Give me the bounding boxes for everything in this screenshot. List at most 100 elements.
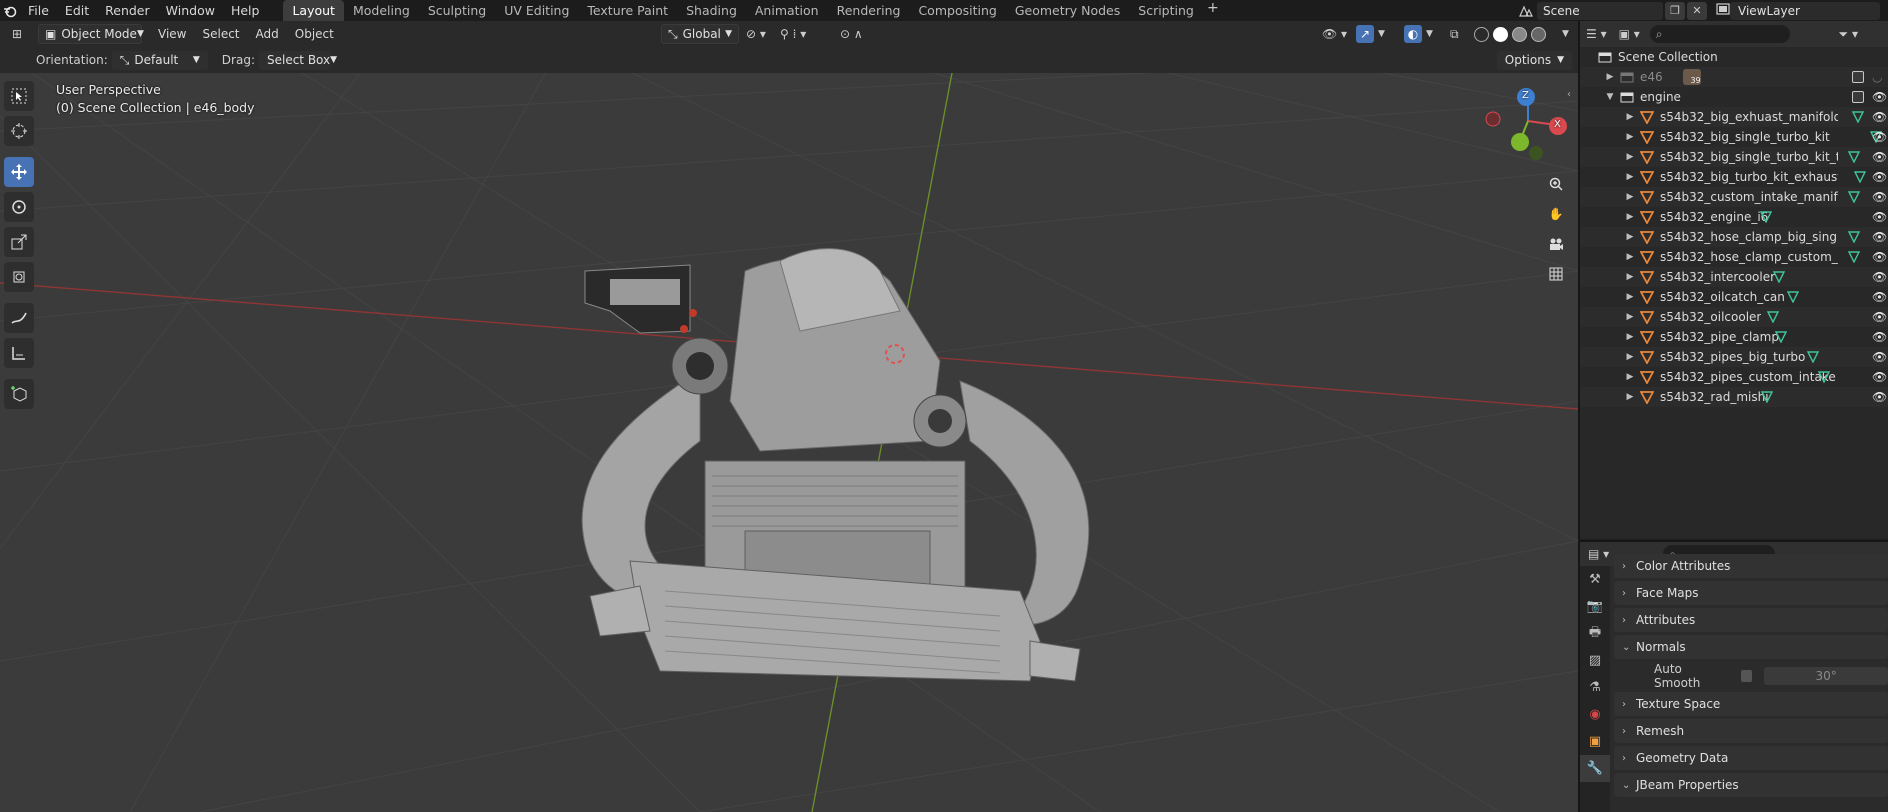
- mesh-data-icon[interactable]: [1848, 231, 1860, 243]
- outliner-object-row[interactable]: ▶ s54b32_rad_mishi 👁: [1580, 387, 1888, 407]
- tab-uv-editing[interactable]: UV Editing: [495, 0, 578, 21]
- collapse-arrow-icon[interactable]: ▼: [1604, 92, 1616, 102]
- menu-render[interactable]: Render: [97, 0, 158, 21]
- rotate-tool[interactable]: [4, 192, 34, 222]
- orientation-dropdown[interactable]: ⤡ Default ▼: [111, 50, 208, 70]
- eye-icon[interactable]: 👁: [1872, 130, 1887, 144]
- outliner-object-row[interactable]: ▶ s54b32_intercooler 👁: [1580, 267, 1888, 287]
- exclude-checkbox[interactable]: [1852, 71, 1864, 83]
- display-mode-icon[interactable]: ▣ ▾: [1619, 27, 1640, 41]
- eye-icon[interactable]: 👁: [1872, 350, 1887, 364]
- tab-compositing[interactable]: Compositing: [909, 0, 1005, 21]
- mesh-data-icon[interactable]: [1848, 191, 1860, 203]
- mesh-data-icon[interactable]: [1854, 171, 1866, 183]
- menu-view[interactable]: View: [150, 27, 194, 41]
- outliner-object-row[interactable]: ▶ s54b32_engine_i6 👁: [1580, 207, 1888, 227]
- measure-tool[interactable]: [4, 338, 34, 368]
- remove-scene-icon[interactable]: ✕: [1687, 1, 1707, 20]
- eye-icon[interactable]: 👁: [1872, 250, 1887, 264]
- rendered-shading-icon[interactable]: [1531, 26, 1546, 42]
- scene-icon[interactable]: [1515, 2, 1537, 20]
- expand-arrow-icon[interactable]: ▶: [1624, 192, 1636, 202]
- scene-collection-row[interactable]: Scene Collection: [1580, 47, 1888, 67]
- hidden-eye-icon[interactable]: ◡: [1872, 70, 1886, 84]
- sidebar-toggle-icon[interactable]: ‹: [1567, 89, 1571, 100]
- expand-arrow-icon[interactable]: ▶: [1624, 352, 1636, 362]
- chevron-down-icon[interactable]: ▼: [1562, 29, 1569, 39]
- mesh-data-icon[interactable]: [1773, 271, 1786, 283]
- tab-sculpting[interactable]: Sculpting: [419, 0, 495, 21]
- expand-arrow-icon[interactable]: ▶: [1624, 372, 1636, 382]
- mesh-data-icon[interactable]: [1760, 391, 1773, 403]
- outliner-object-row[interactable]: ▶ s54b32_custom_intake_manifold 👁: [1580, 187, 1888, 207]
- panel-remesh[interactable]: › Remesh: [1614, 719, 1888, 743]
- panel-color-attributes[interactable]: › Color Attributes: [1614, 554, 1888, 578]
- expand-arrow-icon[interactable]: ▶: [1624, 292, 1636, 302]
- chevron-down-icon[interactable]: ▼: [1378, 29, 1385, 39]
- blender-logo-icon[interactable]: [0, 0, 20, 21]
- mesh-data-icon[interactable]: [1852, 111, 1864, 123]
- outliner-object-row[interactable]: ▶ s54b32_hose_clamp_custom_intake 👁: [1580, 247, 1888, 267]
- expand-arrow-icon[interactable]: ▶: [1624, 332, 1636, 342]
- tab-shading[interactable]: Shading: [677, 0, 746, 21]
- drag-dropdown[interactable]: Select Box ▼: [258, 50, 337, 70]
- eye-icon[interactable]: 👁: [1872, 390, 1887, 404]
- auto-smooth-angle-field[interactable]: 30°: [1764, 666, 1888, 685]
- menu-add[interactable]: Add: [248, 27, 287, 41]
- eye-icon[interactable]: 👁: [1872, 270, 1887, 284]
- expand-arrow-icon[interactable]: ▶: [1624, 132, 1636, 142]
- scene-name-field[interactable]: Scene: [1537, 1, 1663, 20]
- panel-jbeam-properties[interactable]: ⌄ JBeam Properties: [1614, 773, 1888, 797]
- tab-scripting[interactable]: Scripting: [1129, 0, 1203, 21]
- pivot-point-icon[interactable]: ⊘ ▾: [746, 27, 766, 41]
- eye-icon[interactable]: 👁: [1872, 190, 1887, 204]
- menu-edit[interactable]: Edit: [57, 0, 97, 21]
- panel-texture-space[interactable]: › Texture Space: [1614, 692, 1888, 716]
- modifier-tab-icon[interactable]: 🔧: [1580, 755, 1610, 782]
- filter-icon[interactable]: ⏷ ▾: [1839, 27, 1858, 42]
- mesh-data-icon[interactable]: [1817, 371, 1830, 383]
- properties-editor-icon[interactable]: ▤ ▾: [1588, 547, 1609, 561]
- outliner-object-row[interactable]: ▶ s54b32_big_single_turbo_kit 👁: [1580, 127, 1888, 147]
- outliner-search-input[interactable]: ⌕: [1649, 25, 1790, 43]
- 3d-viewport[interactable]: Z X ⊞ ▣ Object Mode ▼ View Select Add Ob…: [0, 21, 1578, 812]
- camera-view-icon[interactable]: [1543, 231, 1569, 257]
- outliner-object-row[interactable]: ▶ s54b32_hose_clamp_big_single_turbo 👁: [1580, 227, 1888, 247]
- transform-orientation-dropdown[interactable]: ⤡ Global ▼: [661, 24, 739, 44]
- exclude-checkbox[interactable]: [1852, 91, 1864, 103]
- tool-tab-icon[interactable]: ⚒: [1580, 566, 1610, 593]
- view-layer-icon[interactable]: [1716, 3, 1730, 18]
- duplicate-scene-icon[interactable]: ❐: [1665, 1, 1685, 20]
- mesh-data-icon[interactable]: [1786, 291, 1799, 303]
- auto-smooth-checkbox[interactable]: [1740, 669, 1753, 682]
- wireframe-shading-icon[interactable]: [1474, 26, 1489, 42]
- expand-arrow-icon[interactable]: ▶: [1624, 312, 1636, 322]
- visibility-icon[interactable]: 👁 ▾: [1322, 27, 1347, 41]
- expand-arrow-icon[interactable]: ▶: [1624, 112, 1636, 122]
- view-layer-name-field[interactable]: ViewLayer: [1730, 1, 1880, 20]
- outliner-object-row[interactable]: ▶ s54b32_pipes_custom_intake 👁: [1580, 367, 1888, 387]
- mesh-data-icon[interactable]: [1848, 251, 1860, 263]
- menu-file[interactable]: File: [20, 0, 57, 21]
- proportional-edit-icon[interactable]: ⊙ ∧: [840, 27, 863, 41]
- collection-row-e46[interactable]: ▶ e46 39 ◡: [1580, 67, 1888, 87]
- mode-dropdown[interactable]: ▣ Object Mode ▼: [38, 24, 144, 44]
- zoom-icon[interactable]: [1543, 171, 1569, 197]
- gizmo-toggle-icon[interactable]: ↗: [1356, 25, 1374, 43]
- mesh-data-icon[interactable]: [1807, 351, 1820, 363]
- eye-icon[interactable]: 👁: [1872, 170, 1887, 184]
- material-shading-icon[interactable]: [1512, 26, 1527, 42]
- move-tool[interactable]: [4, 157, 34, 187]
- tab-rendering[interactable]: Rendering: [828, 0, 910, 21]
- render-tab-icon[interactable]: 📷: [1580, 593, 1610, 620]
- menu-object[interactable]: Object: [287, 27, 342, 41]
- xray-icon[interactable]: ⧉: [1450, 27, 1459, 42]
- world-tab-icon[interactable]: ◉: [1580, 701, 1610, 728]
- editor-type-icon[interactable]: ⊞: [0, 27, 34, 41]
- expand-arrow-icon[interactable]: ▶: [1604, 72, 1616, 82]
- expand-arrow-icon[interactable]: ▶: [1624, 152, 1636, 162]
- add-cube-tool[interactable]: [4, 379, 34, 409]
- menu-select[interactable]: Select: [194, 27, 247, 41]
- cursor-tool[interactable]: [4, 116, 34, 146]
- mesh-data-icon[interactable]: [1848, 151, 1860, 163]
